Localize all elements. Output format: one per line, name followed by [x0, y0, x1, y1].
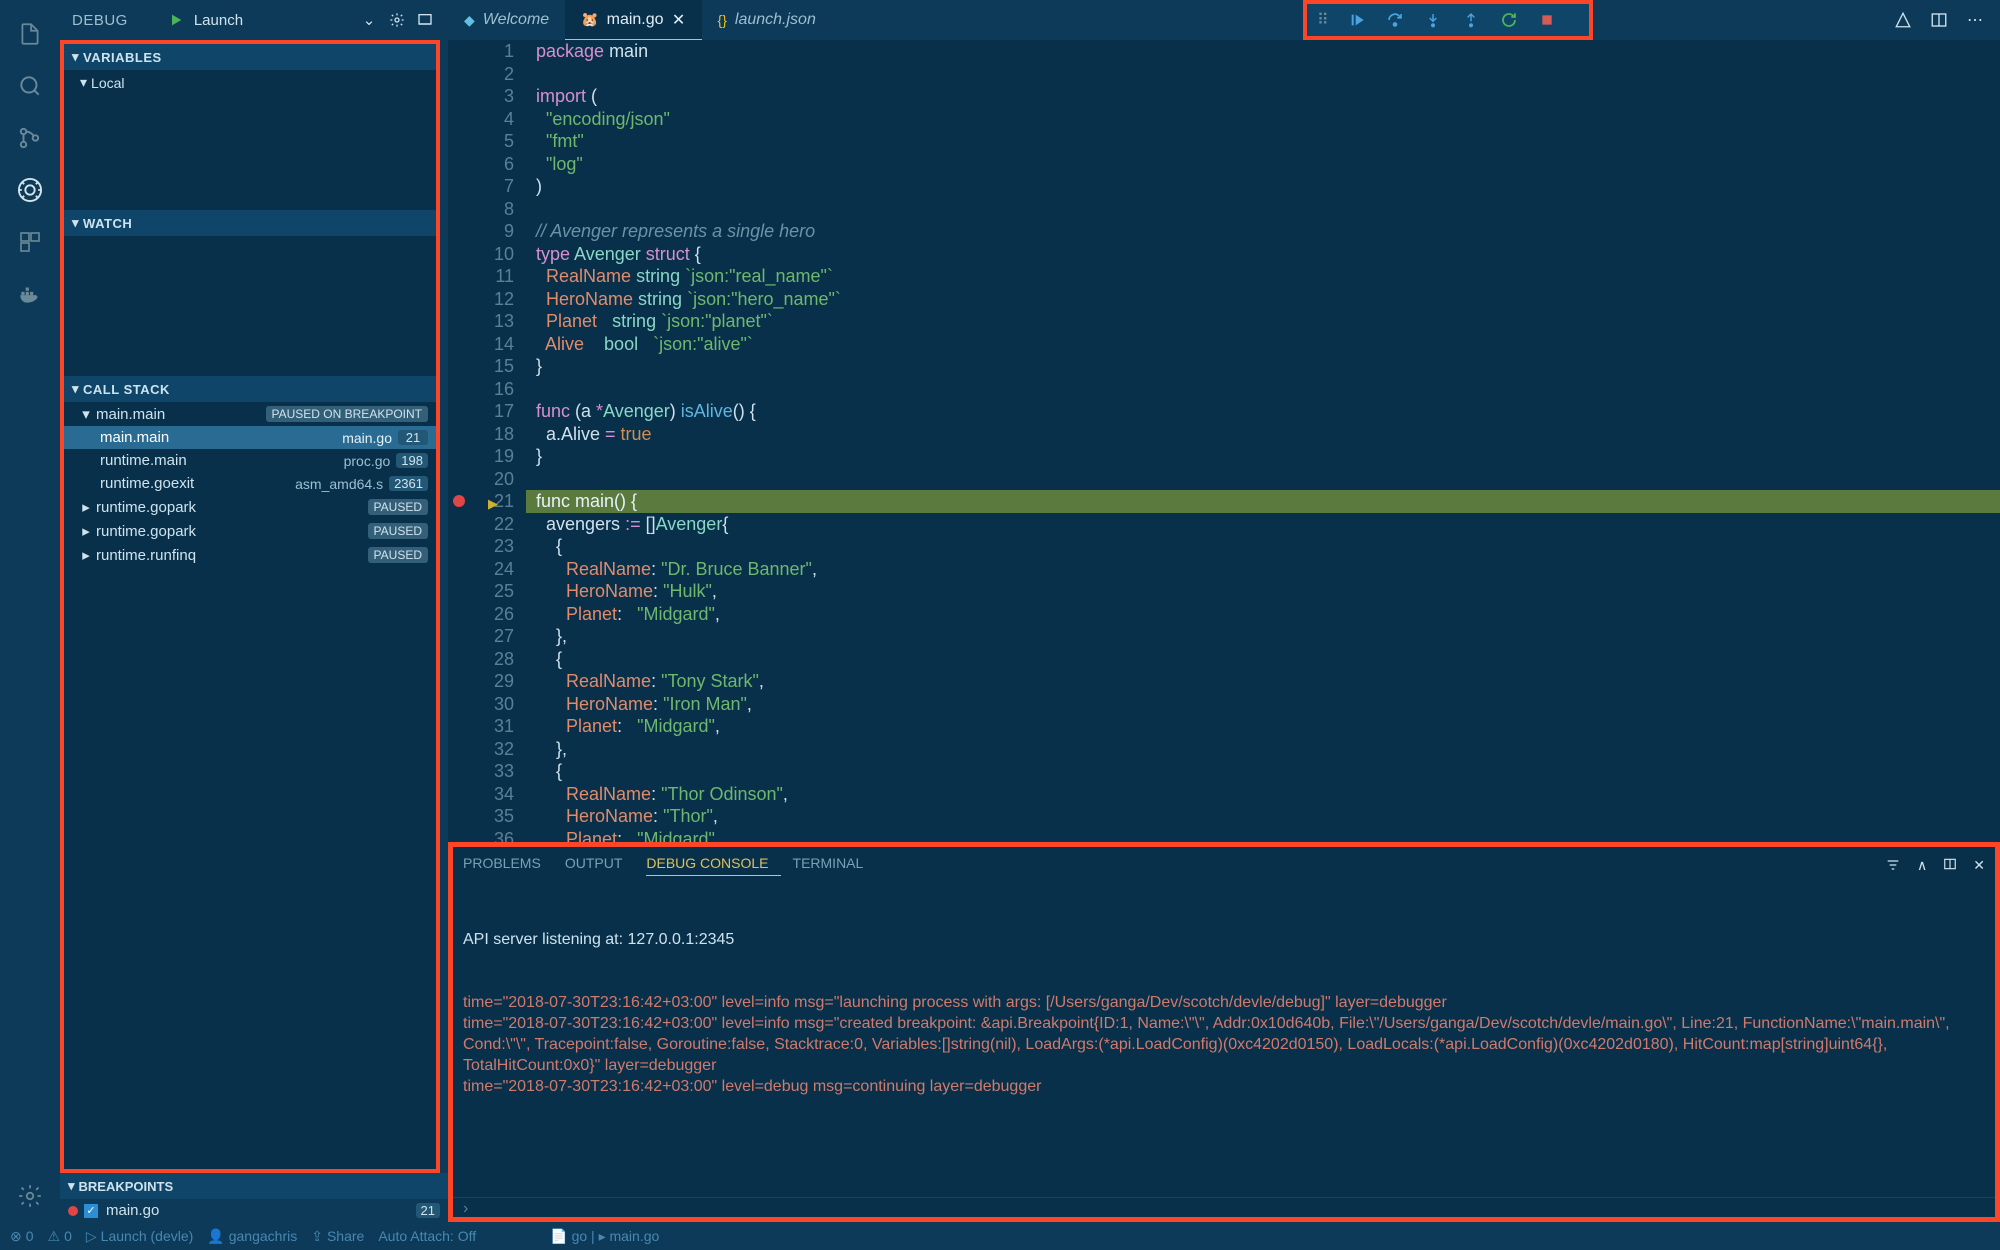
tab-launch-json[interactable]: {}launch.json: [702, 0, 832, 40]
variables-header[interactable]: ▾VARIABLES: [64, 44, 436, 70]
settings-icon[interactable]: [14, 1180, 46, 1212]
callstack-frame[interactable]: runtime.goexitasm_amd64.s2361: [64, 472, 436, 495]
debug-console-output: API server listening at: 127.0.0.1:2345 …: [453, 883, 1995, 1197]
status-launch[interactable]: ▷ Launch (devle): [86, 1228, 193, 1245]
current-line-arrow-icon: ▶: [488, 493, 498, 516]
editor-tabbar: ◆Welcome🐹main.go✕{}launch.json ⠿ ⋯: [448, 0, 2000, 40]
status-auto-attach[interactable]: Auto Attach: Off: [378, 1228, 476, 1244]
bottom-tabbar: PROBLEMS OUTPUT DEBUG CONSOLE TERMINAL ∧ ✕: [453, 847, 1995, 883]
collapse-icon[interactable]: ∧: [1917, 857, 1927, 874]
compare-changes-icon[interactable]: [1892, 9, 1914, 31]
explorer-icon[interactable]: [14, 18, 46, 50]
console-line: time="2018-07-30T23:16:42+03:00" level=i…: [463, 992, 1985, 1013]
bottom-tab-terminal[interactable]: TERMINAL: [793, 855, 876, 876]
variables-section: ▾VARIABLES ▾Local: [64, 44, 436, 210]
callstack-goroutine[interactable]: ▸runtime.runfinqPAUSED: [64, 543, 436, 567]
breakpoint-indicator-icon[interactable]: [453, 495, 465, 507]
code-editor[interactable]: ▶ 12345678910111213141516171819202122232…: [448, 40, 2000, 842]
restart-icon[interactable]: [1499, 10, 1519, 30]
maximize-panel-icon[interactable]: [1943, 857, 1957, 874]
status-errors[interactable]: ⊗ 0: [10, 1228, 34, 1245]
breakpoints-section: ▾BREAKPOINTS ✓main.go21: [60, 1173, 448, 1222]
close-panel-icon[interactable]: ✕: [1973, 857, 1985, 874]
stop-icon[interactable]: [1537, 10, 1557, 30]
debug-icon[interactable]: [14, 174, 46, 206]
callstack-goroutine[interactable]: ▸runtime.goparkPAUSED: [64, 519, 436, 543]
start-debug-icon[interactable]: [168, 12, 184, 28]
toolbar-drag-handle-icon[interactable]: ⠿: [1317, 10, 1329, 30]
watch-header[interactable]: ▾WATCH: [64, 210, 436, 236]
status-share[interactable]: ⇪ Share: [311, 1228, 364, 1245]
debug-sidebar: ▾VARIABLES ▾Local ▾WATCH ▾CALL STACK ▾ma…: [60, 40, 440, 1173]
breakpoint-row[interactable]: ✓main.go21: [60, 1199, 448, 1222]
step-over-icon[interactable]: [1385, 10, 1405, 30]
console-line: time="2018-07-30T23:16:42+03:00" level=d…: [463, 1076, 1985, 1097]
callstack-frame[interactable]: runtime.mainproc.go198: [64, 449, 436, 472]
callstack-frame[interactable]: main.mainmain.go21: [64, 426, 436, 449]
config-chevron-icon[interactable]: ⌄: [358, 9, 380, 31]
callstack-section: ▾CALL STACK ▾main.mainPAUSED ON BREAKPOI…: [64, 376, 436, 1169]
step-into-icon[interactable]: [1423, 10, 1443, 30]
callstack-goroutine[interactable]: ▸runtime.goparkPAUSED: [64, 495, 436, 519]
callstack-thread[interactable]: ▾main.mainPAUSED ON BREAKPOINT: [64, 402, 436, 426]
filter-icon[interactable]: [1885, 857, 1901, 874]
extensions-icon[interactable]: [14, 226, 46, 258]
debug-config-select[interactable]: Launch: [194, 12, 352, 29]
git-icon[interactable]: [14, 122, 46, 154]
search-icon[interactable]: [14, 70, 46, 102]
step-out-icon[interactable]: [1461, 10, 1481, 30]
file-icon: 🐹: [581, 11, 598, 28]
sidebar-title: DEBUG: [72, 12, 128, 29]
debug-toolbar: ⠿: [1303, 0, 1593, 40]
breakpoint-checkbox[interactable]: ✓: [84, 1204, 98, 1218]
debug-console-input[interactable]: ›: [453, 1197, 1995, 1217]
debug-console-toggle-icon[interactable]: [414, 9, 436, 31]
split-editor-icon[interactable]: [1928, 9, 1950, 31]
editor-area: ◆Welcome🐹main.go✕{}launch.json ⠿ ⋯ ▶ 123…: [448, 0, 2000, 1222]
variables-local[interactable]: ▾Local: [64, 70, 436, 95]
more-actions-icon[interactable]: ⋯: [1964, 9, 1986, 31]
file-icon: ◆: [464, 12, 475, 29]
activity-bar: [0, 0, 60, 1222]
breakpoint-dot-icon: [68, 1206, 78, 1216]
status-liveshare-user[interactable]: 👤 gangachris: [207, 1228, 297, 1245]
file-icon: {}: [718, 12, 727, 28]
console-line: time="2018-07-30T23:16:42+03:00" level=i…: [463, 1013, 1985, 1076]
tab-welcome[interactable]: ◆Welcome: [448, 0, 565, 40]
breakpoints-header[interactable]: ▾BREAKPOINTS: [60, 1173, 448, 1199]
status-breadcrumb[interactable]: 📄 go | ▸ main.go: [550, 1228, 659, 1245]
debug-header: DEBUG Launch ⌄: [60, 0, 448, 40]
bottom-tab-debug-console[interactable]: DEBUG CONSOLE: [646, 855, 780, 876]
watch-section: ▾WATCH: [64, 210, 436, 376]
bottom-tab-output[interactable]: OUTPUT: [565, 855, 635, 876]
bottom-panel: PROBLEMSOUTPUTDEBUG CONSOLETERMINAL ∧ ✕ …: [448, 842, 2000, 1222]
debug-settings-icon[interactable]: [386, 9, 408, 31]
status-bar: ⊗ 0 ⚠ 0 ▷ Launch (devle) 👤 gangachris ⇪ …: [0, 1222, 2000, 1250]
docker-icon[interactable]: [14, 278, 46, 310]
continue-icon[interactable]: [1347, 10, 1367, 30]
callstack-header[interactable]: ▾CALL STACK: [64, 376, 436, 402]
status-warnings[interactable]: ⚠ 0: [48, 1228, 72, 1245]
bottom-tab-problems[interactable]: PROBLEMS: [463, 855, 553, 876]
close-icon[interactable]: ✕: [672, 13, 686, 27]
tab-main-go[interactable]: 🐹main.go✕: [565, 0, 701, 40]
